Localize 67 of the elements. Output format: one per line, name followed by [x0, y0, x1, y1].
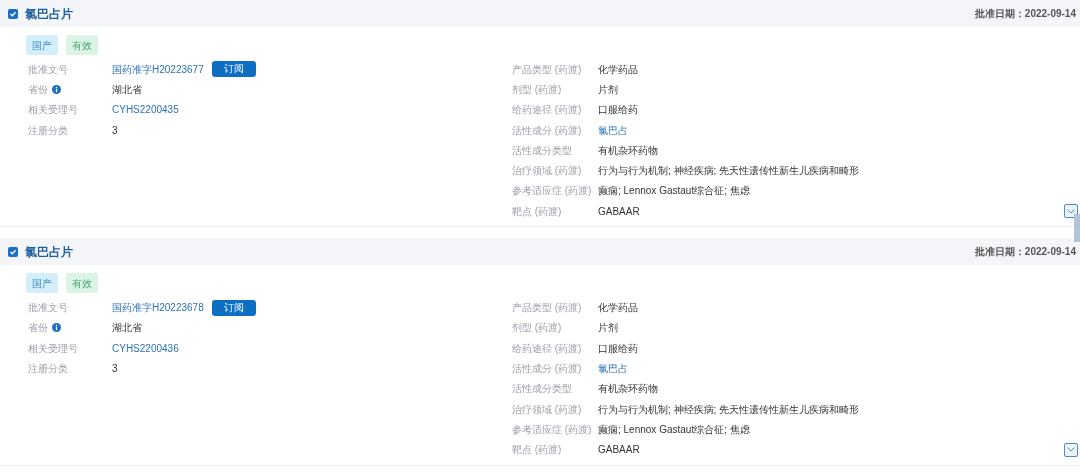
field-value: 湖北省 — [112, 321, 142, 336]
tag: 有效 — [66, 35, 98, 55]
subscribe-button[interactable]: 订阅 — [211, 61, 256, 78]
field-label: 参考适应症 (药渡) — [512, 184, 592, 199]
field-link[interactable]: 氯巴占 — [598, 122, 628, 138]
field-value: GABAAR — [598, 204, 640, 219]
field-value: 口服给药 — [598, 341, 638, 356]
field-label: 批准文号 — [28, 301, 68, 315]
drug-title[interactable]: 氯巴占片 — [25, 242, 73, 261]
field-value: 片剂 — [598, 82, 618, 97]
field-label: 活性成分类型 — [512, 143, 572, 158]
field-link[interactable]: 国药准字H20223677 — [112, 61, 204, 77]
field-label: 产品类型 (药渡) — [512, 301, 582, 315]
field-label: 靶点 (药渡) — [512, 204, 562, 219]
info-icon[interactable] — [52, 84, 61, 94]
chevron-down-icon — [1067, 447, 1075, 453]
field-label: 活性成分类型 — [512, 382, 572, 397]
chevron-down-icon — [1067, 208, 1075, 214]
subscribe-button[interactable]: 订阅 — [211, 299, 256, 316]
field-value: GABAAR — [598, 443, 640, 458]
field-value: 片剂 — [598, 321, 618, 336]
field-link[interactable]: CYHS2200436 — [112, 340, 179, 356]
field-label: 注册分类 — [28, 123, 68, 138]
field-value: 有机杂环药物 — [598, 143, 658, 158]
field-value: 癫痫; Lennox Gastaut综合征; 焦虑 — [598, 184, 750, 199]
field-value: 3 — [112, 123, 118, 138]
field-label: 省份 — [28, 321, 48, 336]
field-label: 产品类型 (药渡) — [512, 62, 582, 77]
checkbox[interactable] — [8, 246, 18, 257]
scrollbar-thumb[interactable] — [1074, 214, 1080, 242]
approval-date: 批准日期：2022-09-14 — [974, 245, 1076, 260]
expand-button[interactable] — [1064, 442, 1078, 457]
field-value: 化学药品 — [598, 62, 638, 77]
expand-button[interactable] — [1064, 204, 1078, 219]
field-value: 有机杂环药物 — [598, 382, 658, 397]
tag: 国产 — [26, 35, 58, 55]
field-value: 行为与行为机制; 神经疾病; 先天性遗传性新生儿疾病和畸形 — [598, 402, 860, 417]
drug-title[interactable]: 氯巴占片 — [25, 4, 73, 23]
field-label: 相关受理号 — [28, 103, 78, 118]
field-label: 相关受理号 — [28, 341, 78, 356]
field-link[interactable]: CYHS2200435 — [112, 102, 179, 118]
field-label: 剂型 (药渡) — [512, 82, 562, 97]
checkbox[interactable] — [8, 8, 18, 19]
field-label: 治疗领域 (药渡) — [512, 402, 582, 417]
field-label: 剂型 (药渡) — [512, 321, 562, 336]
tag: 有效 — [66, 273, 98, 294]
field-label: 参考适应症 (药渡) — [512, 422, 592, 437]
field-label: 给药途径 (药渡) — [512, 341, 582, 356]
field-label: 治疗领域 (药渡) — [512, 164, 582, 179]
info-icon[interactable] — [52, 323, 61, 333]
approval-date: 批准日期：2022-09-14 — [974, 7, 1076, 21]
field-value: 口服给药 — [598, 103, 638, 118]
field-link[interactable]: 氯巴占 — [598, 360, 628, 376]
field-value: 癫痫; Lennox Gastaut综合征; 焦虑 — [598, 422, 750, 437]
field-label: 注册分类 — [28, 361, 68, 376]
field-label: 给药途径 (药渡) — [512, 103, 582, 118]
field-link[interactable]: 国药准字H20223678 — [112, 300, 204, 315]
field-value: 化学药品 — [598, 301, 638, 315]
field-value: 3 — [112, 361, 118, 376]
tag: 国产 — [26, 273, 58, 294]
field-label: 活性成分 (药渡) — [512, 361, 582, 376]
field-value: 行为与行为机制; 神经疾病; 先天性遗传性新生儿疾病和畸形 — [598, 164, 860, 179]
field-value: 湖北省 — [112, 82, 142, 97]
field-label: 靶点 (药渡) — [512, 443, 562, 458]
field-label: 省份 — [28, 82, 48, 97]
field-label: 活性成分 (药渡) — [512, 123, 582, 138]
field-label: 批准文号 — [28, 62, 68, 77]
